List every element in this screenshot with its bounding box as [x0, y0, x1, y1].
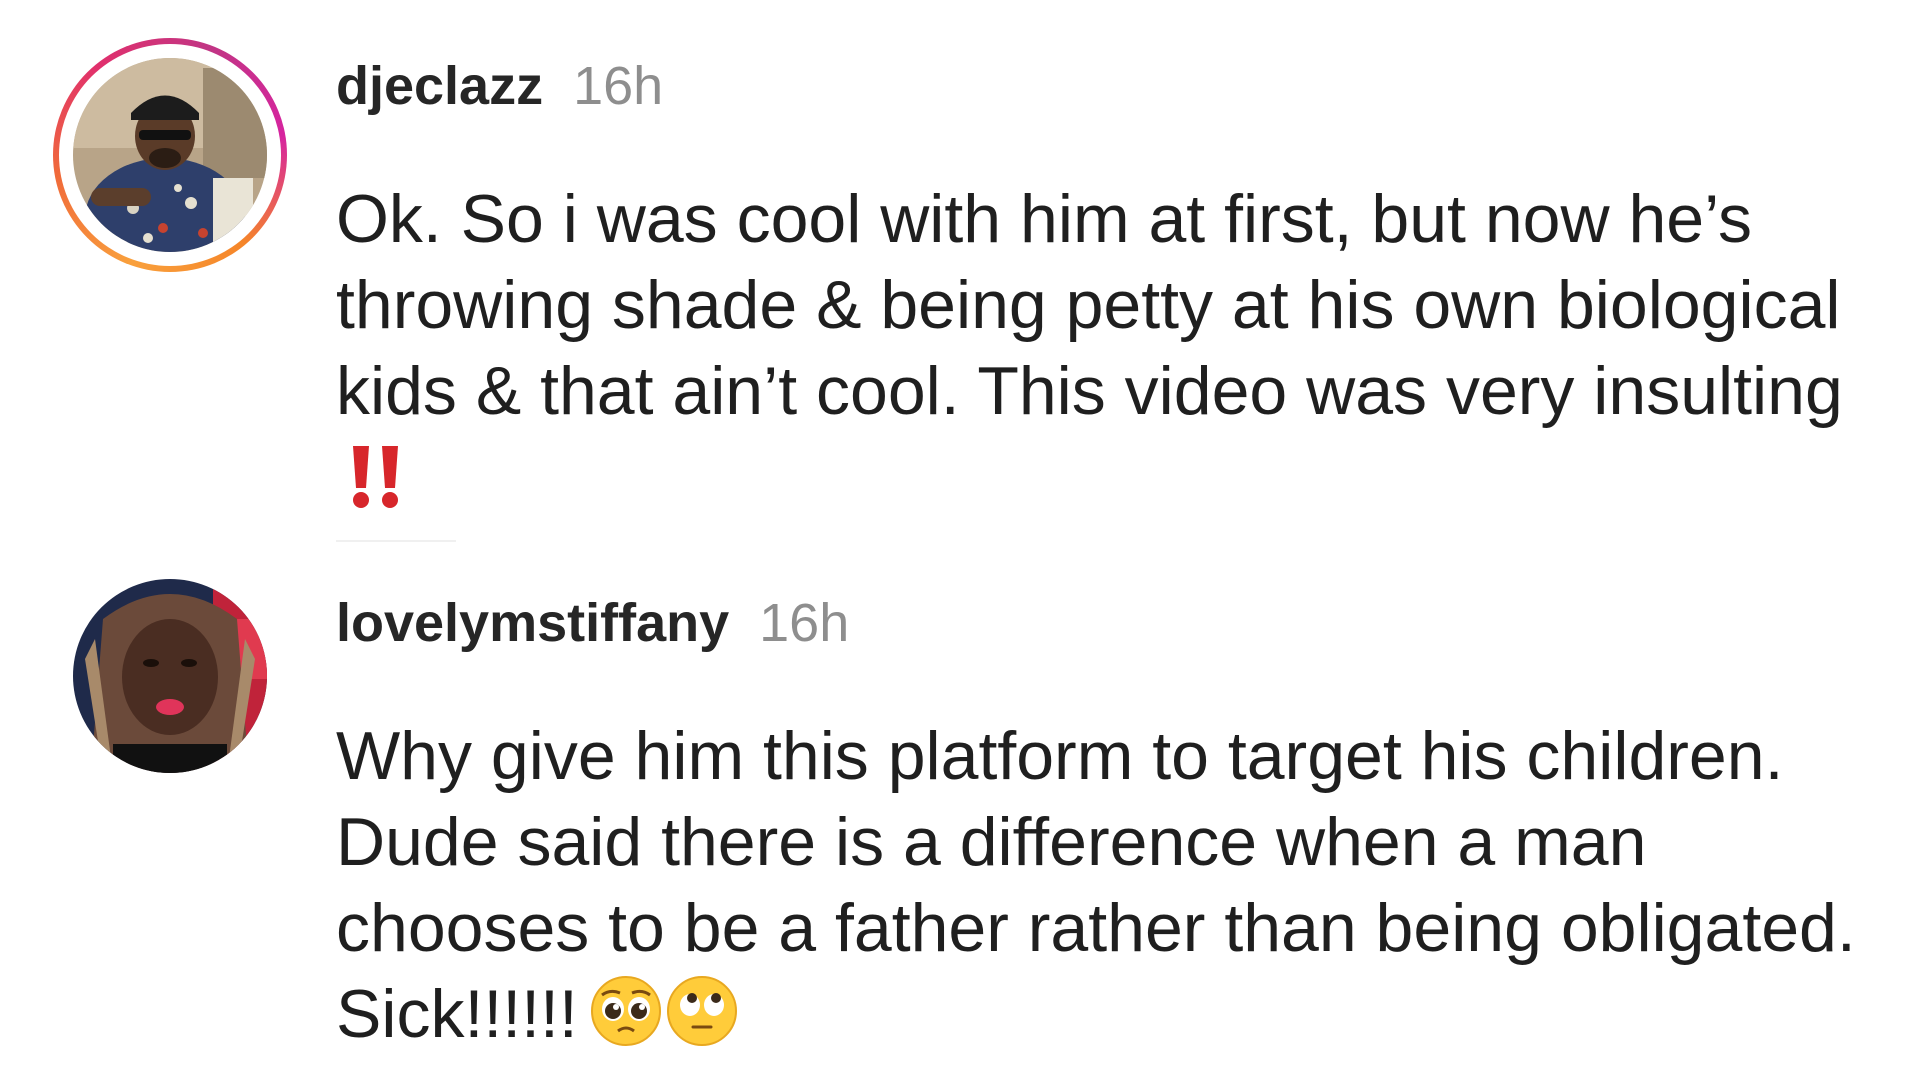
comment-header: lovelymstiffany 16h — [336, 575, 1896, 671]
comment-header: djeclazz 16h — [336, 38, 1896, 134]
username-link[interactable]: lovelymstiffany — [336, 593, 729, 653]
comment-content: lovelymstiffany 16h Why give him this pla… — [336, 575, 1896, 1057]
avatar[interactable] — [73, 579, 267, 773]
timestamp: 16h — [573, 56, 664, 116]
double-exclamation-icon — [348, 444, 404, 510]
avatar-with-story-ring[interactable] — [53, 38, 287, 272]
comment-text: Ok. So i was cool with him at first, but… — [336, 176, 1896, 520]
avatar-wrapper[interactable] — [73, 579, 267, 773]
comment-content: djeclazz 16h Ok. So i was cool with him a… — [336, 38, 1896, 520]
pleading-face-icon — [590, 975, 662, 1047]
comment-text-body: Ok. So i was cool with him at first, but… — [336, 181, 1843, 429]
avatar[interactable] — [73, 58, 267, 252]
timestamp: 16h — [759, 593, 850, 653]
user-photo — [73, 579, 267, 773]
divider — [336, 540, 456, 542]
username-link[interactable]: djeclazz — [336, 56, 543, 116]
eye-roll-face-icon — [666, 975, 738, 1047]
comment-text: Why give him this platform to target his… — [336, 713, 1896, 1057]
user-photo — [73, 58, 267, 252]
comment-text-body: Why give him this platform to target his… — [336, 718, 1856, 1052]
